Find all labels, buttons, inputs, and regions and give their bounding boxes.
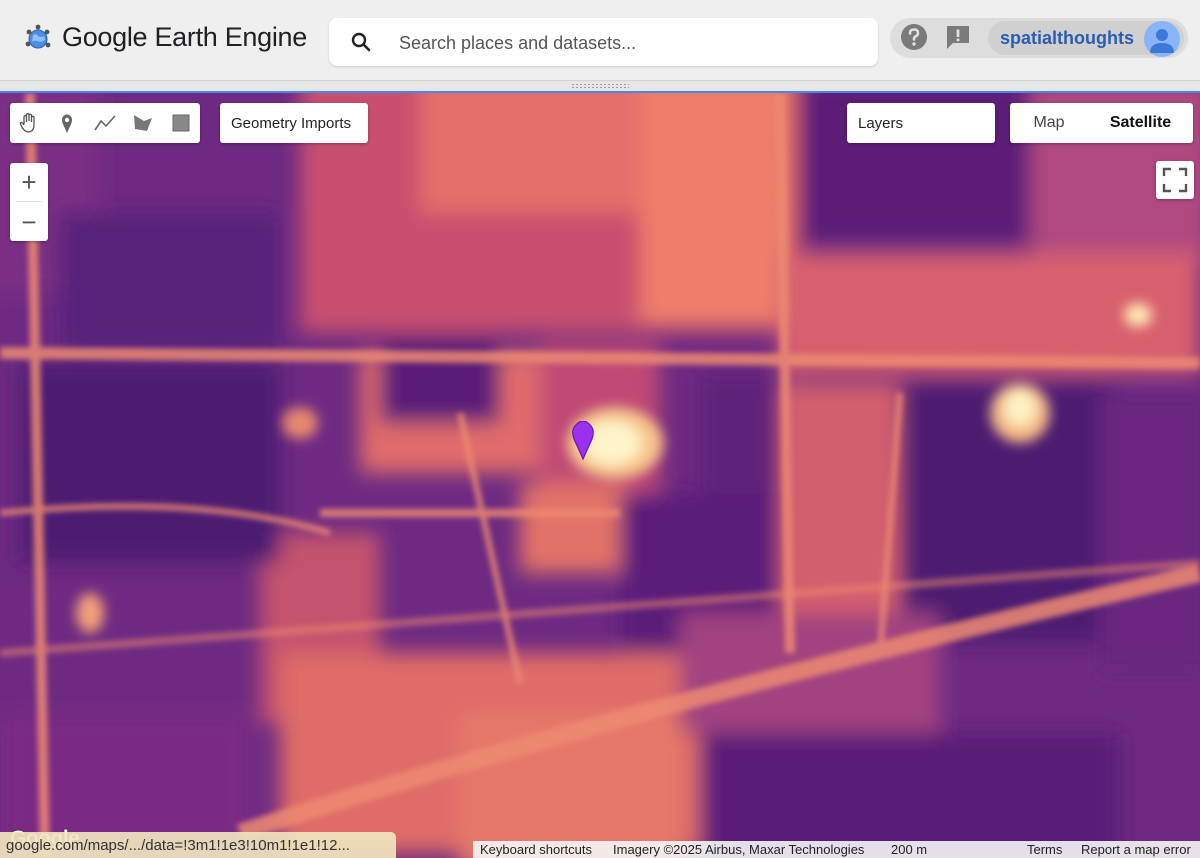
feedback-icon[interactable] — [944, 23, 972, 51]
drag-handle-icon[interactable] — [571, 83, 629, 89]
scale-label[interactable]: 200 m — [891, 842, 927, 857]
report-map-error-link[interactable]: Report a map error — [1081, 842, 1191, 857]
top-header: Google Earth Engine spatialthoughts — [0, 0, 1200, 80]
heat-map-imagery — [0, 93, 1200, 858]
zoom-divider — [16, 201, 42, 202]
zoom-out-button[interactable]: − — [10, 203, 48, 241]
map-attribution-bar: Keyboard shortcuts Imagery ©2025 Airbus,… — [473, 841, 1200, 858]
imagery-attribution: Imagery ©2025 Airbus, Maxar Technologies — [613, 842, 865, 857]
geometry-imports-label: Geometry Imports — [231, 115, 352, 132]
zoom-control: + − — [10, 163, 48, 241]
hand-tool-button[interactable] — [10, 103, 48, 143]
app-logo[interactable]: Google Earth Engine — [24, 22, 307, 53]
fullscreen-button[interactable] — [1156, 161, 1194, 199]
map-type-satellite-button[interactable]: Satellite — [1088, 103, 1193, 143]
zoom-in-button[interactable]: + — [10, 163, 48, 201]
help-circle-icon[interactable] — [900, 23, 928, 51]
account-bar: spatialthoughts — [890, 18, 1188, 58]
keyboard-shortcuts-link[interactable]: Keyboard shortcuts — [480, 842, 592, 857]
layers-label: Layers — [858, 115, 904, 132]
terms-link[interactable]: Terms — [1027, 842, 1062, 857]
earth-engine-logo-icon — [24, 24, 52, 52]
line-tool-button[interactable] — [86, 103, 124, 143]
polygon-icon — [134, 115, 152, 131]
map-canvas[interactable]: Geometry Imports Layers Map Satellite + … — [0, 93, 1200, 858]
rectangle-tool-button[interactable] — [162, 103, 200, 143]
search-input[interactable] — [397, 30, 861, 56]
status-url-text: google.com/maps/.../data=!3m1!1e3!10m1!1… — [6, 837, 350, 854]
hand-icon — [19, 112, 35, 133]
search-icon — [351, 32, 371, 52]
app-title: Google Earth Engine — [62, 22, 307, 52]
polygon-tool-button[interactable] — [124, 103, 162, 143]
map-type-toggle: Map Satellite — [1010, 103, 1193, 143]
rectangle-icon — [172, 114, 190, 132]
line-icon — [94, 115, 116, 131]
map-type-map-button[interactable]: Map — [1010, 103, 1088, 143]
status-url-bar: google.com/maps/.../data=!3m1!1e3!10m1!1… — [0, 832, 396, 858]
username: spatialthoughts — [1000, 28, 1134, 48]
layers-button[interactable]: Layers — [847, 103, 995, 143]
marker-tool-button[interactable] — [48, 103, 86, 143]
user-avatar-icon[interactable] — [1144, 21, 1180, 57]
marker-icon — [62, 114, 72, 133]
fullscreen-icon — [1162, 167, 1188, 193]
drawing-toolbar — [10, 103, 200, 143]
geometry-imports-button[interactable]: Geometry Imports — [220, 103, 368, 143]
search-box[interactable] — [329, 18, 878, 66]
account-chip[interactable]: spatialthoughts — [988, 21, 1184, 57]
map-marker-pin-icon[interactable] — [571, 421, 595, 461]
